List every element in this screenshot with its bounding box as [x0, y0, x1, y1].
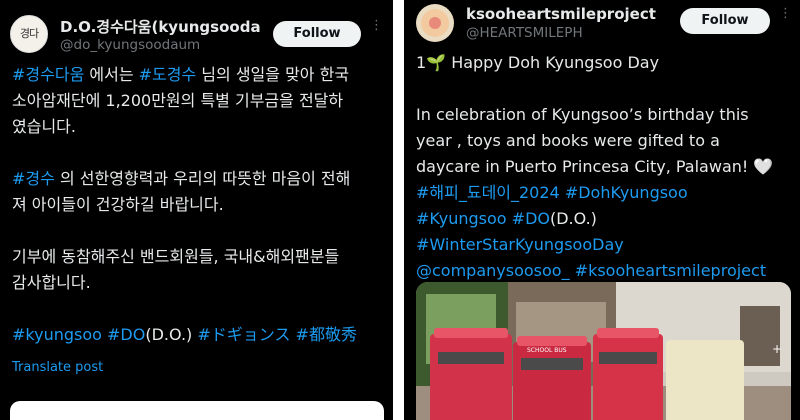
text-line: #Kyungsoo #DO(D.O.): [416, 206, 773, 232]
school-bus-box: [593, 328, 663, 420]
text-segment: 져 아이들이 건강하길 바랍니다.: [12, 195, 224, 214]
text-line: #WinterStarKyungsooDay: [416, 232, 773, 258]
hashtag-link[interactable]: #경수: [12, 169, 55, 188]
hashtag-link[interactable]: #ksooheartsmileproject: [575, 261, 766, 280]
text-segment: In celebration of Kyungsoo’s birthday th…: [416, 105, 749, 124]
bus-window: [521, 358, 583, 370]
text-line: #kyungsoo #DO(D.O.) #ドギョンス #都敬秀: [12, 322, 357, 348]
bus-label: SCHOOL BUS: [527, 347, 567, 354]
right-post: ksooheartsmileproject @HEARTSMILEPH Foll…: [404, 0, 800, 420]
post-text: #경수다움 에서는 #도경수 님의 생일을 맞아 한국소아암재단에 1,200만…: [12, 62, 357, 348]
post-photo[interactable]: SCHOOL BUS +: [416, 282, 791, 420]
follow-button[interactable]: Follow: [680, 8, 770, 34]
post-text: 1🌱 Happy Doh Kyungsoo Day In celebration …: [416, 50, 773, 284]
text-line: #경수다움 에서는 #도경수 님의 생일을 맞아 한국: [12, 62, 357, 88]
user-handle[interactable]: @HEARTSMILEPH: [466, 25, 583, 41]
hashtag-link[interactable]: #WinterStarKyungsooDay: [416, 235, 624, 254]
text-line: [12, 140, 357, 166]
text-segment: 감사합니다.: [12, 273, 91, 292]
hashtag-link[interactable]: @companysoosoo_: [416, 261, 570, 280]
display-name[interactable]: ksooheartsmileproject: [466, 5, 676, 23]
text-line: 1🌱 Happy Doh Kyungsoo Day: [416, 50, 773, 76]
school-bus-box: SCHOOL BUS: [513, 336, 591, 420]
text-line: [12, 296, 357, 322]
text-segment: 님의 생일을 맞아 한국: [196, 65, 350, 84]
display-name[interactable]: D.O.경수다움(kyungsoodau...: [60, 16, 260, 37]
more-options-icon[interactable]: ⋮: [370, 19, 383, 32]
more-options-icon[interactable]: ⋮: [779, 7, 792, 20]
plus-icon[interactable]: +: [772, 342, 782, 356]
text-line: [416, 76, 773, 102]
text-segment: 1🌱 Happy Doh Kyungsoo Day: [416, 53, 660, 72]
text-line: 였습니다.: [12, 114, 357, 140]
bus-window: [599, 352, 657, 364]
follow-button[interactable]: Follow: [273, 21, 361, 47]
text-line: 져 아이들이 건강하길 바랍니다.: [12, 192, 357, 218]
school-bus-box: [430, 328, 512, 420]
text-segment: (D.O.): [145, 325, 198, 344]
left-post: 경다 D.O.경수다움(kyungsoodau... @do_kyungsood…: [0, 0, 393, 420]
hashtag-link[interactable]: #해피_됴데이_2024: [416, 183, 560, 202]
hashtag-link[interactable]: #DO: [512, 209, 550, 228]
text-line: year , toys and books were gifted to a: [416, 128, 773, 154]
hashtag-link[interactable]: #kyungsoo: [12, 325, 102, 344]
embedded-card[interactable]: [10, 401, 384, 420]
translate-post-link[interactable]: Translate post: [12, 360, 103, 375]
text-line: daycare in Puerto Princesa City, Palawan…: [416, 154, 773, 180]
avatar-logo-mark: 경다: [19, 27, 39, 40]
avatar[interactable]: [416, 4, 454, 42]
bus-roof: [597, 328, 659, 338]
bus-roof: [517, 336, 587, 346]
text-line: 감사합니다.: [12, 270, 357, 296]
hashtag-link[interactable]: #경수다움: [12, 65, 84, 84]
text-segment: 의 선한영향력과 우리의 따뜻한 마음이 전해: [54, 169, 351, 188]
user-handle[interactable]: @do_kyungsoodaum: [60, 37, 200, 53]
avatar[interactable]: 경다: [10, 15, 48, 53]
text-segment: (D.O.): [549, 209, 597, 228]
text-segment: 였습니다.: [12, 117, 76, 136]
text-line: In celebration of Kyungsoo’s birthday th…: [416, 102, 773, 128]
text-segment: year , toys and books were gifted to a: [416, 131, 720, 150]
text-line: 기부에 동참해주신 밴드회원들, 국내&해외팬분들: [12, 244, 357, 270]
bus-window: [438, 352, 504, 364]
text-segment: 에서는: [84, 65, 139, 84]
text-segment: 기부에 동참해주신 밴드회원들, 국내&해외팬분들: [12, 247, 340, 266]
bus-roof: [434, 328, 508, 338]
gift-box: [666, 340, 744, 420]
text-line: #경수 의 선한영향력과 우리의 따뜻한 마음이 전해: [12, 166, 357, 192]
hashtag-link[interactable]: #都敬秀: [296, 325, 357, 344]
text-line: [12, 218, 357, 244]
text-segment: daycare in Puerto Princesa City, Palawan…: [416, 157, 774, 176]
text-line: 소아암재단에 1,200만원의 특별 기부금을 전달하: [12, 88, 357, 114]
hashtag-link[interactable]: #도경수: [139, 65, 197, 84]
hashtag-link[interactable]: #Kyungsoo: [416, 209, 507, 228]
hashtag-link[interactable]: #DohKyungsoo: [565, 183, 688, 202]
right-post-header: ksooheartsmileproject @HEARTSMILEPH Foll…: [404, 0, 800, 56]
panel-divider: [393, 0, 404, 420]
heart-smile-logo-icon: [429, 17, 441, 29]
text-segment: 소아암재단에 1,200만원의 특별 기부금을 전달하: [12, 91, 344, 110]
text-line: #해피_됴데이_2024 #DohKyungsoo: [416, 180, 773, 206]
text-line: @companysoosoo_ #ksooheartsmileproject: [416, 258, 773, 284]
photo-door: [740, 306, 780, 366]
left-post-header: 경다 D.O.경수다움(kyungsoodau... @do_kyungsood…: [0, 0, 393, 56]
hashtag-link[interactable]: #DO: [107, 325, 145, 344]
hashtag-link[interactable]: #ドギョンス: [197, 325, 290, 344]
